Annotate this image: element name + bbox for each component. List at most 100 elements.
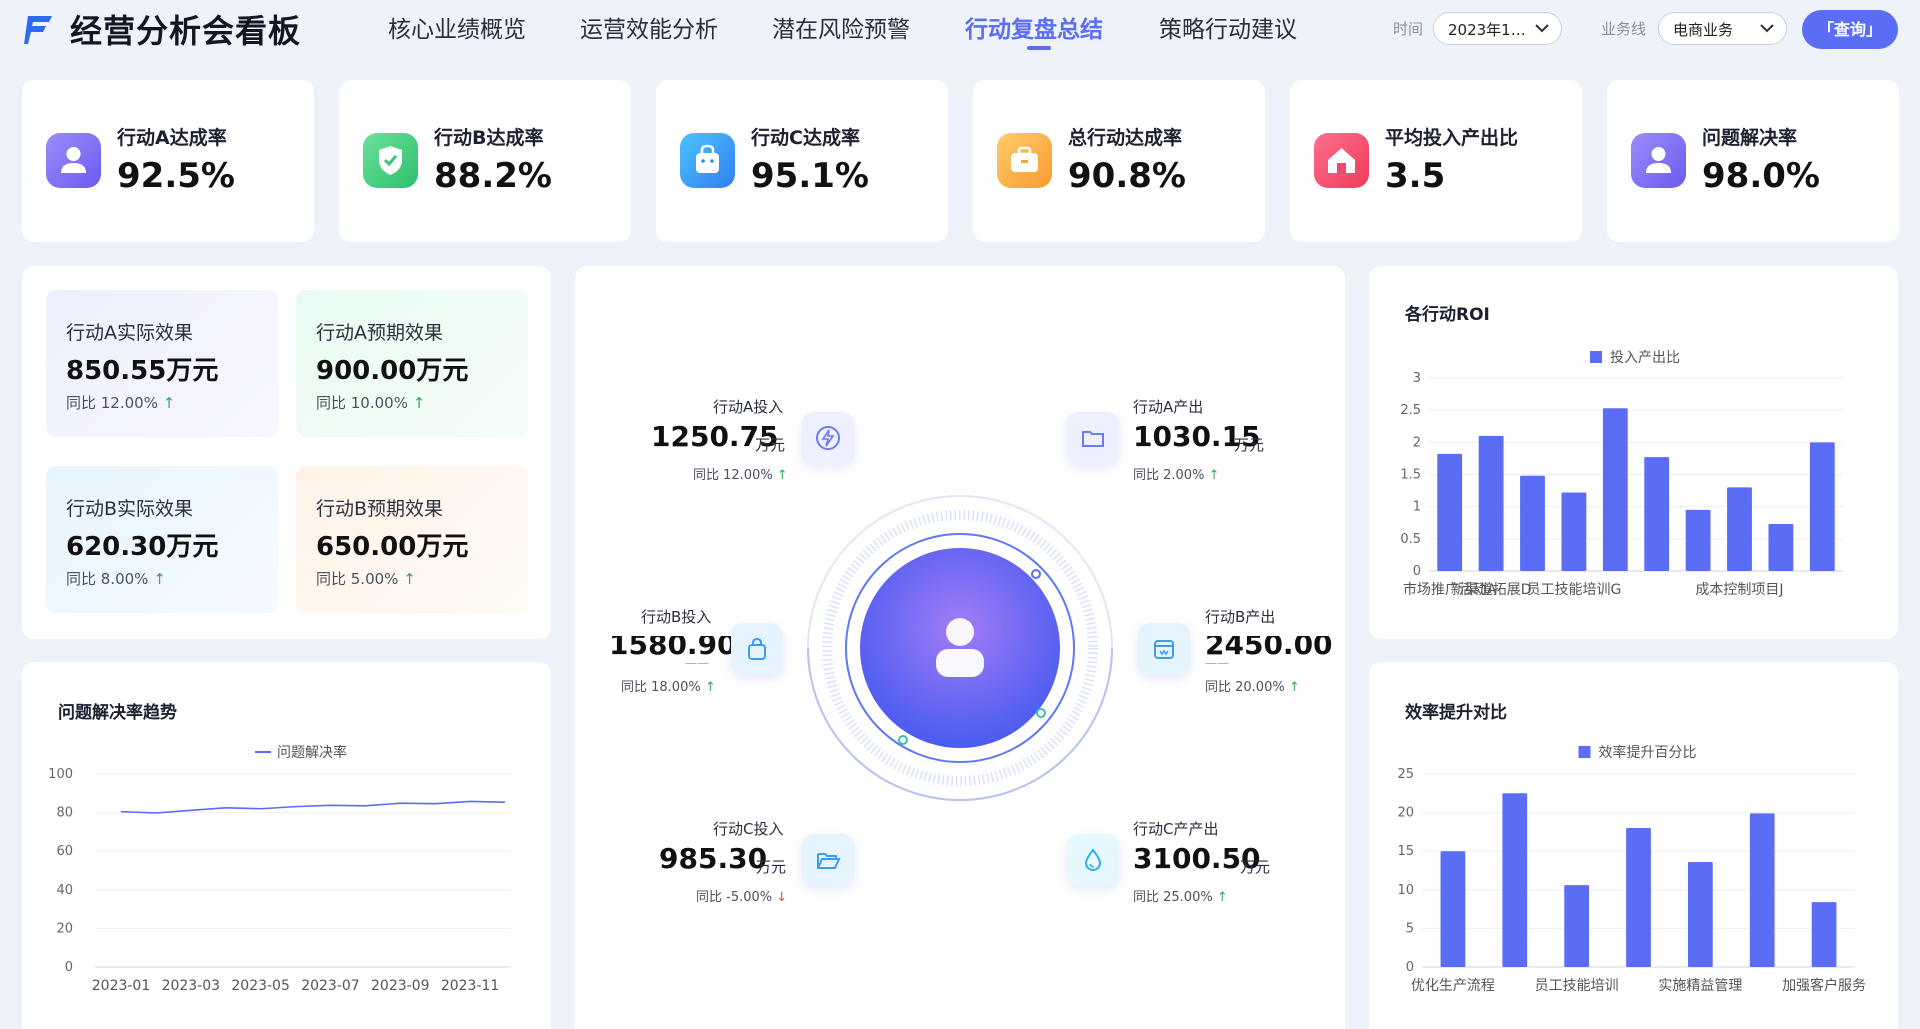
yoy-text: 同比 2.00% <box>1133 468 1205 483</box>
folder-open-icon <box>802 834 854 886</box>
user-icon <box>1631 133 1686 188</box>
efficiency-chart-panel: 效率提升对比 0 5 10 15 20 25 优化生产流程 员工技能培训 实施精益管理 加强客户服… <box>1369 662 1898 1029</box>
time-filter-label: 时间 <box>1393 20 1424 38</box>
chevron-down-icon <box>1535 24 1549 33</box>
bar <box>1685 509 1711 571</box>
x-tick-label: 员工技能培训 <box>1535 978 1619 994</box>
x-tick-label: 2023-05 <box>231 978 290 994</box>
brand-logo-icon <box>24 16 52 44</box>
bar <box>1644 457 1670 571</box>
node-label: 行动C投入 <box>713 820 784 838</box>
series-line <box>120 800 506 814</box>
yoy-text: 同比 10.00% <box>316 394 408 412</box>
kpi-card: 总行动达成率 90.8% <box>973 80 1265 242</box>
tab-operation-efficiency[interactable]: 运营效能分析 <box>580 10 718 44</box>
tab-core-performance[interactable]: 核心业绩概览 <box>388 10 526 44</box>
yoy-text: 同比 20.00% <box>1205 680 1285 695</box>
kpi-label: 行动C达成率 <box>751 127 860 149</box>
lightning-icon <box>802 412 854 464</box>
arrow-up-icon: ↑ <box>153 570 166 588</box>
drop-icon <box>1067 834 1119 886</box>
business-select[interactable]: 电商业务 <box>1658 12 1787 45</box>
y-tick-label: 20 <box>1397 806 1414 821</box>
kpi-value: 92.5% <box>117 156 235 196</box>
y-tick-label: 15 <box>1397 844 1414 859</box>
arrow-up-icon: ↑ <box>412 394 426 412</box>
y-tick-label: 25 <box>1397 767 1414 782</box>
yoy-text: 同比 8.00% <box>66 570 149 588</box>
x-tick-label: 2023-01 <box>92 978 151 994</box>
x-tick-label: 2023-07 <box>301 978 360 994</box>
x-tick-label: 2023-03 <box>162 978 221 994</box>
query-button[interactable]: 「查询」 <box>1802 10 1898 49</box>
center-panel: 行动A投入 1250.75 万元 同比 12.00% ↑ 行动A产出 1030.… <box>575 266 1345 1029</box>
trend-chart-panel: 问题解决率趋势 0 20 40 60 80 100 2023-01 2023-03 2023-0… <box>22 662 551 1029</box>
effect-title: 行动B实际效果 <box>66 498 194 520</box>
effect-yoy: 同比 8.00% ↑ <box>66 568 166 589</box>
effect-yoy: 同比 10.00% ↑ <box>316 392 425 413</box>
y-tick-label: 40 <box>56 883 73 898</box>
y-tick-label: 3 <box>1413 371 1421 386</box>
arrow-up-icon: ↑ <box>1216 890 1228 905</box>
tab-risk-warning[interactable]: 潜在风险预警 <box>772 10 910 44</box>
arrow-up-icon: ↑ <box>403 570 416 588</box>
x-tick-label: 实施精益管理 <box>1658 978 1742 994</box>
bar <box>1602 408 1628 571</box>
roi-chart-panel: 各行动ROI 0 0.5 1 1.5 2 2.5 3 市场推广活动A 新渠道拓展D 员工技能培训G… <box>1369 266 1898 639</box>
bar <box>1811 902 1837 967</box>
effect-title: 行动A实际效果 <box>66 322 193 344</box>
x-tick-label: 加强客户服务 <box>1782 977 1866 994</box>
yoy-text: 同比 -5.00% <box>696 890 773 905</box>
node-yoy: 同比 12.00% ↑ <box>693 464 788 483</box>
node-unit: 万元 <box>1240 858 1271 876</box>
effects-panel: 行动A实际效果 850.55万元 同比 12.00% ↑ 行动A预期效果 900… <box>22 266 551 639</box>
node-label: 行动C产产出 <box>1133 820 1219 838</box>
effect-title: 行动A预期效果 <box>316 322 443 344</box>
effect-value: 620.30万元 <box>66 532 219 562</box>
y-tick-label: 0 <box>1413 564 1421 579</box>
yoy-text: 同比 5.00% <box>316 570 399 588</box>
business-filter-label: 业务线 <box>1601 20 1647 38</box>
chevron-down-icon <box>1760 24 1774 33</box>
effect-title: 行动B预期效果 <box>316 498 444 520</box>
kpi-value: 90.8% <box>1068 156 1186 196</box>
time-select[interactable]: 2023年1… <box>1433 12 1562 45</box>
kpi-value: 98.0% <box>1702 156 1820 196</box>
bag-icon <box>731 623 783 675</box>
shield-check-icon <box>363 133 418 188</box>
node-yoy: 同比 25.00% ↑ <box>1133 886 1228 905</box>
x-tick-label: 2023-09 <box>371 978 430 994</box>
effect-yoy: 同比 12.00% ↑ <box>66 392 175 413</box>
legend-swatch <box>1590 351 1602 363</box>
tab-action-review[interactable]: 行动复盘总结 <box>965 10 1103 44</box>
y-tick-label: 0 <box>65 960 73 975</box>
kpi-label: 平均投入产出比 <box>1385 127 1519 149</box>
tab-strategy-suggestion[interactable]: 策略行动建议 <box>1159 10 1297 44</box>
briefcase-icon <box>997 133 1052 188</box>
node-yoy: 同比 2.00% ↑ <box>1133 464 1219 483</box>
node-unit: 万元 <box>1234 436 1265 454</box>
kpi-value: 95.1% <box>751 156 869 196</box>
bar <box>1478 435 1504 571</box>
yoy-text: 同比 12.00% <box>693 468 773 483</box>
effect-value: 650.00万元 <box>316 532 469 562</box>
kpi-label: 问题解决率 <box>1702 127 1798 149</box>
app-title: 经营分析会看板 <box>70 12 302 50</box>
kpi-label: 行动A达成率 <box>117 127 227 149</box>
kpi-label: 总行动达成率 <box>1068 127 1183 149</box>
node-unit: 万元 <box>755 436 786 454</box>
y-tick-label: 1.5 <box>1400 468 1421 483</box>
time-select-value: 2023年1… <box>1448 21 1526 39</box>
store-icon <box>1138 623 1190 675</box>
arrow-up-icon: ↑ <box>1288 680 1300 695</box>
bar <box>1687 862 1713 967</box>
kpi-value: 3.5 <box>1385 156 1446 196</box>
node-yoy: 同比 20.00% ↑ <box>1205 676 1300 695</box>
top-bar: 经营分析会看板 核心业绩概览 运营效能分析 潜在风险预警 行动复盘总结 策略行动… <box>0 0 1920 64</box>
user-icon <box>46 133 101 188</box>
x-tick-label: 优化生产流程 <box>1411 978 1495 994</box>
y-tick-label: 100 <box>48 767 73 782</box>
node-label: 行动B投入 <box>641 608 712 626</box>
legend-swatch <box>1578 746 1591 758</box>
business-select-value: 电商业务 <box>1673 21 1734 39</box>
